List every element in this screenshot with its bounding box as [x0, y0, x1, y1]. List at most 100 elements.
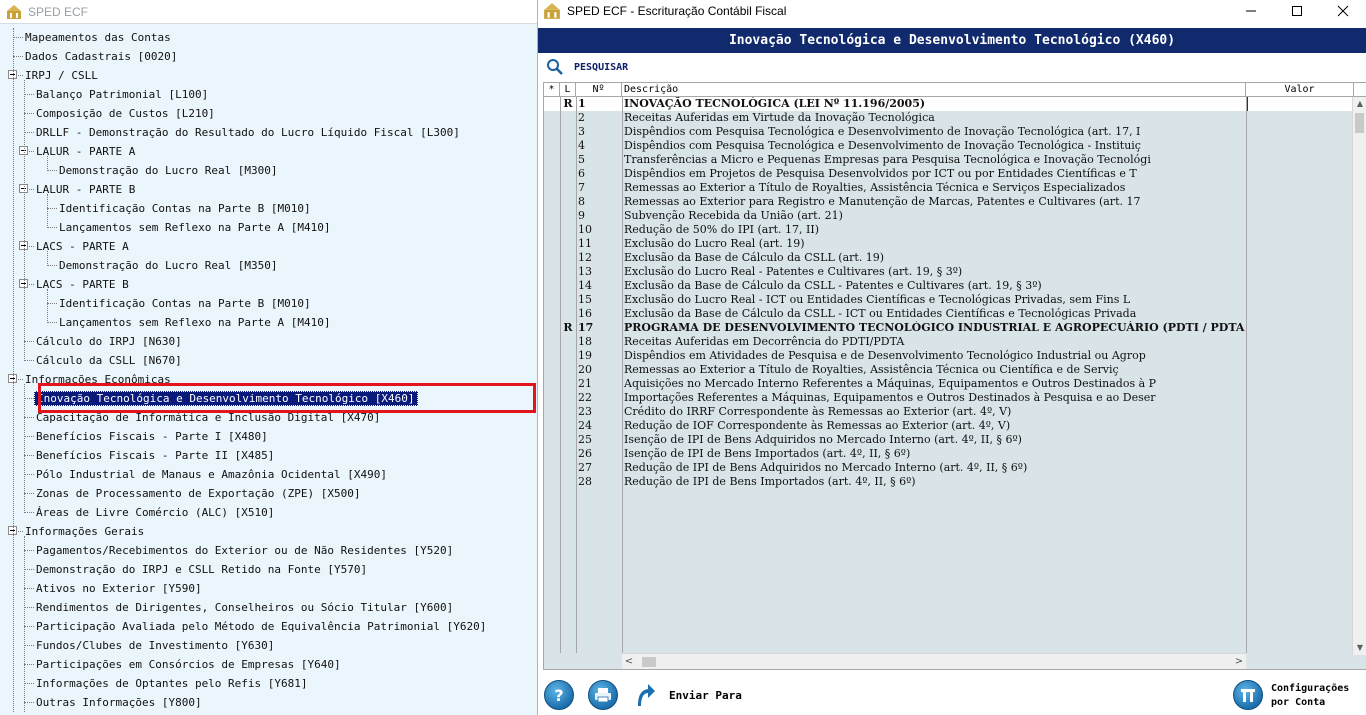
- row-value-cell[interactable]: [1247, 349, 1354, 363]
- tree-item[interactable]: LACS - PARTE B: [34, 275, 131, 294]
- row-value-cell[interactable]: [1247, 209, 1354, 223]
- tree-item[interactable]: Benefícios Fiscais - Parte I [X480]: [34, 427, 270, 446]
- table-row[interactable]: 2 Receitas Auferidas em Virtude da Inovaç…: [544, 111, 1354, 125]
- tree-item[interactable]: Benefícios Fiscais - Parte II [X485]: [34, 446, 276, 465]
- row-value-cell[interactable]: [1247, 405, 1354, 419]
- tree-item[interactable]: LALUR - PARTE A: [34, 142, 137, 161]
- table-row[interactable]: 11 Exclusão do Lucro Real (art. 19): [544, 237, 1354, 251]
- vertical-scrollbar[interactable]: ▲ ▼: [1352, 97, 1366, 655]
- tree-item[interactable]: Demonstração do IRPJ e CSLL Retido na Fo…: [34, 560, 369, 579]
- table-row[interactable]: 27 Redução de IPI de Bens Adquiridos no M…: [544, 461, 1354, 475]
- table-row[interactable]: 19 Dispêndios em Atividades de Pesquisa e…: [544, 349, 1354, 363]
- tree-item[interactable]: Rendimentos de Dirigentes, Conselheiros …: [34, 598, 455, 617]
- table-row[interactable]: 15 Exclusão do Lucro Real - ICT ou Entida…: [544, 293, 1354, 307]
- config-by-account-label[interactable]: Configurações por Conta: [1271, 682, 1349, 710]
- row-value-cell[interactable]: [1247, 433, 1354, 447]
- row-value-cell[interactable]: [1247, 139, 1354, 153]
- table-row[interactable]: 10 Redução de 50% do IPI (art. 17, II): [544, 223, 1354, 237]
- tree-item[interactable]: Outras Informações [Y800]: [34, 693, 204, 712]
- row-value-cell[interactable]: [1247, 237, 1354, 251]
- table-row[interactable]: 28 Redução de IPI de Bens Importados (art…: [544, 475, 1354, 489]
- send-to-label[interactable]: Enviar Para: [669, 689, 742, 702]
- tree-item[interactable]: Dados Cadastrais [0020]: [23, 47, 179, 66]
- row-value-cell[interactable]: [1247, 97, 1354, 111]
- row-value-cell[interactable]: [1247, 447, 1354, 461]
- scroll-up-icon[interactable]: ▲: [1353, 97, 1366, 111]
- close-button[interactable]: [1320, 0, 1366, 22]
- tree-item[interactable]: Identificação Contas na Parte B [M010]: [57, 199, 313, 218]
- table-row[interactable]: 16 Exclusão da Base de Cálculo da CSLL - …: [544, 307, 1354, 321]
- tree-item[interactable]: Fundos/Clubes de Investimento [Y630]: [34, 636, 276, 655]
- row-value-cell[interactable]: [1247, 335, 1354, 349]
- row-value-cell[interactable]: [1247, 321, 1354, 335]
- scroll-thumb[interactable]: [1355, 113, 1364, 133]
- tree-item[interactable]: Ativos no Exterior [Y590]: [34, 579, 204, 598]
- search-button[interactable]: PESQUISAR: [546, 58, 628, 76]
- table-row[interactable]: 26 Isenção de IPI de Bens Importados (art…: [544, 447, 1354, 461]
- tree-item[interactable]: Pólo Industrial de Manaus e Amazônia Oci…: [34, 465, 389, 484]
- col-header-star[interactable]: *: [544, 83, 560, 97]
- row-value-cell[interactable]: [1247, 181, 1354, 195]
- tree-item[interactable]: Lançamentos sem Reflexo na Parte A [M410…: [57, 218, 333, 237]
- table-row[interactable]: 22 Importações Referentes a Máquinas, Equ…: [544, 391, 1354, 405]
- tree-item[interactable]: Cálculo da CSLL [N670]: [34, 351, 184, 370]
- col-header-l[interactable]: L: [560, 83, 576, 97]
- maximize-button[interactable]: [1274, 0, 1320, 22]
- row-value-cell[interactable]: [1247, 307, 1354, 321]
- row-value-cell[interactable]: [1247, 125, 1354, 139]
- col-header-num[interactable]: Nº: [576, 83, 622, 97]
- tree-item[interactable]: Participação Avaliada pelo Método de Equ…: [34, 617, 488, 636]
- row-value-cell[interactable]: [1247, 153, 1354, 167]
- table-row[interactable]: 20 Remessas ao Exterior a Título de Royal…: [544, 363, 1354, 377]
- table-row[interactable]: 7 Remessas ao Exterior a Título de Royalt…: [544, 181, 1354, 195]
- row-value-cell[interactable]: [1247, 167, 1354, 181]
- table-row[interactable]: 3 Dispêndios com Pesquisa Tecnológica e D…: [544, 125, 1354, 139]
- tree-item[interactable]: Composição de Custos [L210]: [34, 104, 217, 123]
- row-value-cell[interactable]: [1247, 195, 1354, 209]
- scroll-left-icon[interactable]: <: [622, 654, 636, 669]
- tree-item[interactable]: Demonstração do Lucro Real [M300]: [57, 161, 280, 180]
- tree-item[interactable]: Demonstração do Lucro Real [M350]: [57, 256, 280, 275]
- row-value-cell[interactable]: [1247, 391, 1354, 405]
- tree-item[interactable]: Áreas de Livre Comércio (ALC) [X510]: [34, 503, 276, 522]
- minimize-button[interactable]: [1228, 0, 1274, 22]
- table-row[interactable]: 25 Isenção de IPI de Bens Adquiridos no M…: [544, 433, 1354, 447]
- scroll-thumb[interactable]: [642, 657, 656, 667]
- tree-item[interactable]: Informações Gerais: [23, 522, 146, 541]
- row-value-cell[interactable]: [1247, 279, 1354, 293]
- table-row[interactable]: 14 Exclusão da Base de Cálculo da CSLL - …: [544, 279, 1354, 293]
- config-by-account-button[interactable]: [1233, 680, 1263, 710]
- table-row[interactable]: 13 Exclusão do Lucro Real - Patentes e Cu…: [544, 265, 1354, 279]
- tree-item[interactable]: LACS - PARTE A: [34, 237, 131, 256]
- col-header-valor[interactable]: Valor: [1246, 83, 1354, 97]
- tree-item[interactable]: LALUR - PARTE B: [34, 180, 137, 199]
- col-header-desc[interactable]: Descrição: [622, 83, 1246, 97]
- table-row[interactable]: 21 Aquisições no Mercado Interno Referent…: [544, 377, 1354, 391]
- table-row[interactable]: 5 Transferências a Micro e Pequenas Empre…: [544, 153, 1354, 167]
- help-button[interactable]: ?: [544, 680, 574, 710]
- row-value-cell[interactable]: [1247, 419, 1354, 433]
- row-value-cell[interactable]: [1247, 265, 1354, 279]
- tree-item[interactable]: DRLLF - Demonstração do Resultado do Luc…: [34, 123, 462, 142]
- tree-item[interactable]: Cálculo do IRPJ [N630]: [34, 332, 184, 351]
- tree-item[interactable]: Balanço Patrimonial [L100]: [34, 85, 210, 104]
- row-value-cell[interactable]: [1247, 475, 1354, 489]
- table-row[interactable]: 4 Dispêndios com Pesquisa Tecnológica e D…: [544, 139, 1354, 153]
- table-row[interactable]: R 1 INOVAÇÃO TECNOLÓGICA (LEI Nº 11.196/20…: [544, 97, 1354, 111]
- send-arrow-icon[interactable]: [634, 680, 656, 708]
- table-row[interactable]: 9 Subvenção Recebida da União (art. 21): [544, 209, 1354, 223]
- tree-item[interactable]: IRPJ / CSLL: [23, 66, 100, 85]
- row-value-cell[interactable]: [1247, 251, 1354, 265]
- tree-item[interactable]: Participações em Consórcios de Empresas …: [34, 655, 343, 674]
- table-row[interactable]: 18 Receitas Auferidas em Decorrência do P…: [544, 335, 1354, 349]
- tree-item[interactable]: Pagamentos/Recebimentos do Exterior ou d…: [34, 541, 455, 560]
- row-value-cell[interactable]: [1247, 363, 1354, 377]
- row-value-cell[interactable]: [1247, 111, 1354, 125]
- table-row[interactable]: 23 Crédito do IRRF Correspondente às Reme…: [544, 405, 1354, 419]
- table-row[interactable]: 24 Redução de IOF Correspondente às Remes…: [544, 419, 1354, 433]
- table-row[interactable]: 8 Remessas ao Exterior para Registro e Ma…: [544, 195, 1354, 209]
- scroll-down-icon[interactable]: ▼: [1353, 641, 1366, 655]
- tree-item[interactable]: Informações de Optantes pelo Refis [Y681…: [34, 674, 310, 693]
- row-value-cell[interactable]: [1247, 461, 1354, 475]
- print-button[interactable]: [588, 680, 618, 710]
